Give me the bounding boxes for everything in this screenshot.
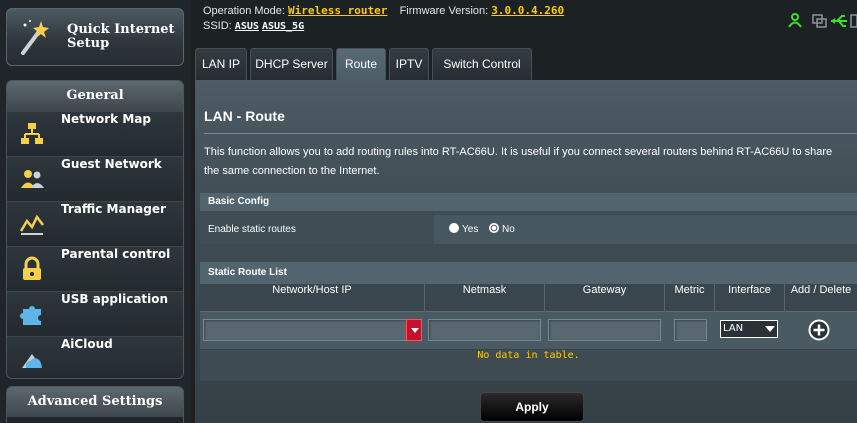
sidebar-item-network-map[interactable]: Network Map [7, 111, 183, 156]
usb-status-icon[interactable] [831, 15, 847, 27]
firmware-label: Firmware Version: [399, 5, 489, 17]
sidebar-item-traffic-manager[interactable]: Traffic Manager [7, 201, 183, 246]
guest-network-icon [21, 170, 44, 188]
add-route-button[interactable] [808, 319, 830, 341]
status-bar: Operation Mode: Wireless router Firmware… [195, 0, 857, 48]
general-menu-header: General [7, 81, 183, 111]
page-description: This function allows you to add routing … [204, 143, 857, 181]
ssid-line: SSID: ASUS ASUS_5G [203, 20, 304, 32]
radio-no-dot[interactable] [489, 223, 499, 233]
network-host-ip-input[interactable] [203, 319, 422, 341]
col-add-delete: Add / Delete [790, 284, 852, 296]
sidebar-item-parental-control[interactable]: Parental control [7, 246, 183, 291]
title-divider [204, 133, 857, 134]
status-icons [788, 13, 857, 28]
sidebar-item-usb-application[interactable]: USB application [7, 291, 183, 336]
sidebar-item-label: Traffic Manager [61, 202, 166, 216]
radio-no[interactable]: No [489, 223, 515, 236]
route-table-header: Network/Host IP Netmask Gateway Metric I… [200, 284, 857, 311]
static-route-list-header: Static Route List [200, 262, 857, 284]
main-panel: LAN - Route This function allows you to … [195, 80, 857, 423]
netmask-input[interactable] [428, 319, 541, 341]
page-title: LAN - Route [204, 108, 285, 124]
interface-select-value: LAN [723, 323, 744, 334]
sidebar: Quick Internet Setup General Network Map… [0, 0, 190, 423]
tab-dhcp-server[interactable]: DHCP Server [250, 48, 333, 80]
advanced-settings-header: Advanced Settings [7, 387, 183, 417]
tab-bar: LAN IP DHCP Server Route IPTV Switch Con… [195, 48, 857, 80]
ssid-label: SSID: [203, 20, 232, 32]
parental-control-icon [23, 256, 41, 280]
printer-status-icon[interactable] [812, 14, 827, 28]
col-interface: Interface [715, 284, 785, 311]
sidebar-item-guest-network[interactable]: Guest Network [7, 156, 183, 201]
empty-table-message: No data in table. [200, 350, 857, 381]
ssid-5g: ASUS_5G [261, 21, 305, 32]
tab-iptv[interactable]: IPTV [389, 48, 429, 80]
sidebar-item-label: Network Map [61, 112, 151, 126]
network-map-icon [21, 123, 43, 144]
operation-mode-label: Operation Mode: [203, 5, 285, 17]
chevron-down-icon [765, 326, 775, 332]
col-gateway: Gateway [545, 284, 665, 311]
enable-static-routes-label: Enable static routes [200, 215, 434, 244]
radio-no-label: No [502, 224, 515, 235]
col-network-host-ip: Network/Host IP [200, 284, 425, 311]
general-menu: General Network Map Guest Network Traffi… [6, 80, 184, 379]
advanced-settings-menu[interactable]: Advanced Settings [6, 386, 184, 423]
magic-wand-icon [21, 20, 49, 55]
usb-application-icon [20, 306, 41, 325]
sidebar-item-label: AiCloud [61, 337, 113, 351]
ssid-2g: ASUS [234, 21, 259, 32]
col-metric: Metric [665, 284, 715, 311]
sidebar-item-label: Parental control [61, 247, 171, 261]
route-input-row: LAN [200, 311, 857, 349]
operation-mode-line: Operation Mode: Wireless router Firmware… [203, 4, 564, 17]
apply-button[interactable]: Apply [480, 392, 584, 422]
sidebar-item-label: USB application [61, 292, 169, 306]
firmware-version-link[interactable]: 3.0.0.4.260 [491, 4, 564, 17]
sidebar-item-aicloud[interactable]: AiCloud [7, 336, 183, 378]
network-host-ip-dropdown-button[interactable] [406, 319, 422, 341]
description-line-1: This function allows you to add routing … [204, 146, 833, 158]
radio-yes-label: Yes [462, 224, 479, 235]
tab-route[interactable]: Route [336, 48, 386, 80]
metric-input[interactable] [674, 319, 707, 341]
storage-status-icon[interactable] [850, 14, 857, 28]
radio-yes-dot[interactable] [449, 223, 459, 233]
operation-mode-link[interactable]: Wireless router [288, 4, 387, 17]
quick-internet-setup-label: Quick Internet Setup [67, 22, 175, 51]
sidebar-item-label: Guest Network [61, 157, 162, 171]
basic-config-header: Basic Config [200, 193, 857, 211]
quick-internet-setup-button[interactable]: Quick Internet Setup [6, 8, 184, 66]
aicloud-icon [22, 354, 42, 368]
enable-static-routes-row: Enable static routes Yes No [200, 215, 857, 244]
description-line-2: the same connection to the Internet. [204, 165, 380, 177]
tab-lan-ip[interactable]: LAN IP [195, 48, 247, 80]
traffic-manager-icon [19, 214, 44, 235]
client-status-icon[interactable] [788, 13, 802, 28]
col-netmask: Netmask [425, 284, 545, 311]
tab-switch-control[interactable]: Switch Control [432, 48, 532, 80]
gateway-input[interactable] [548, 319, 661, 341]
radio-yes[interactable]: Yes [449, 223, 478, 236]
interface-select[interactable]: LAN [720, 320, 778, 338]
